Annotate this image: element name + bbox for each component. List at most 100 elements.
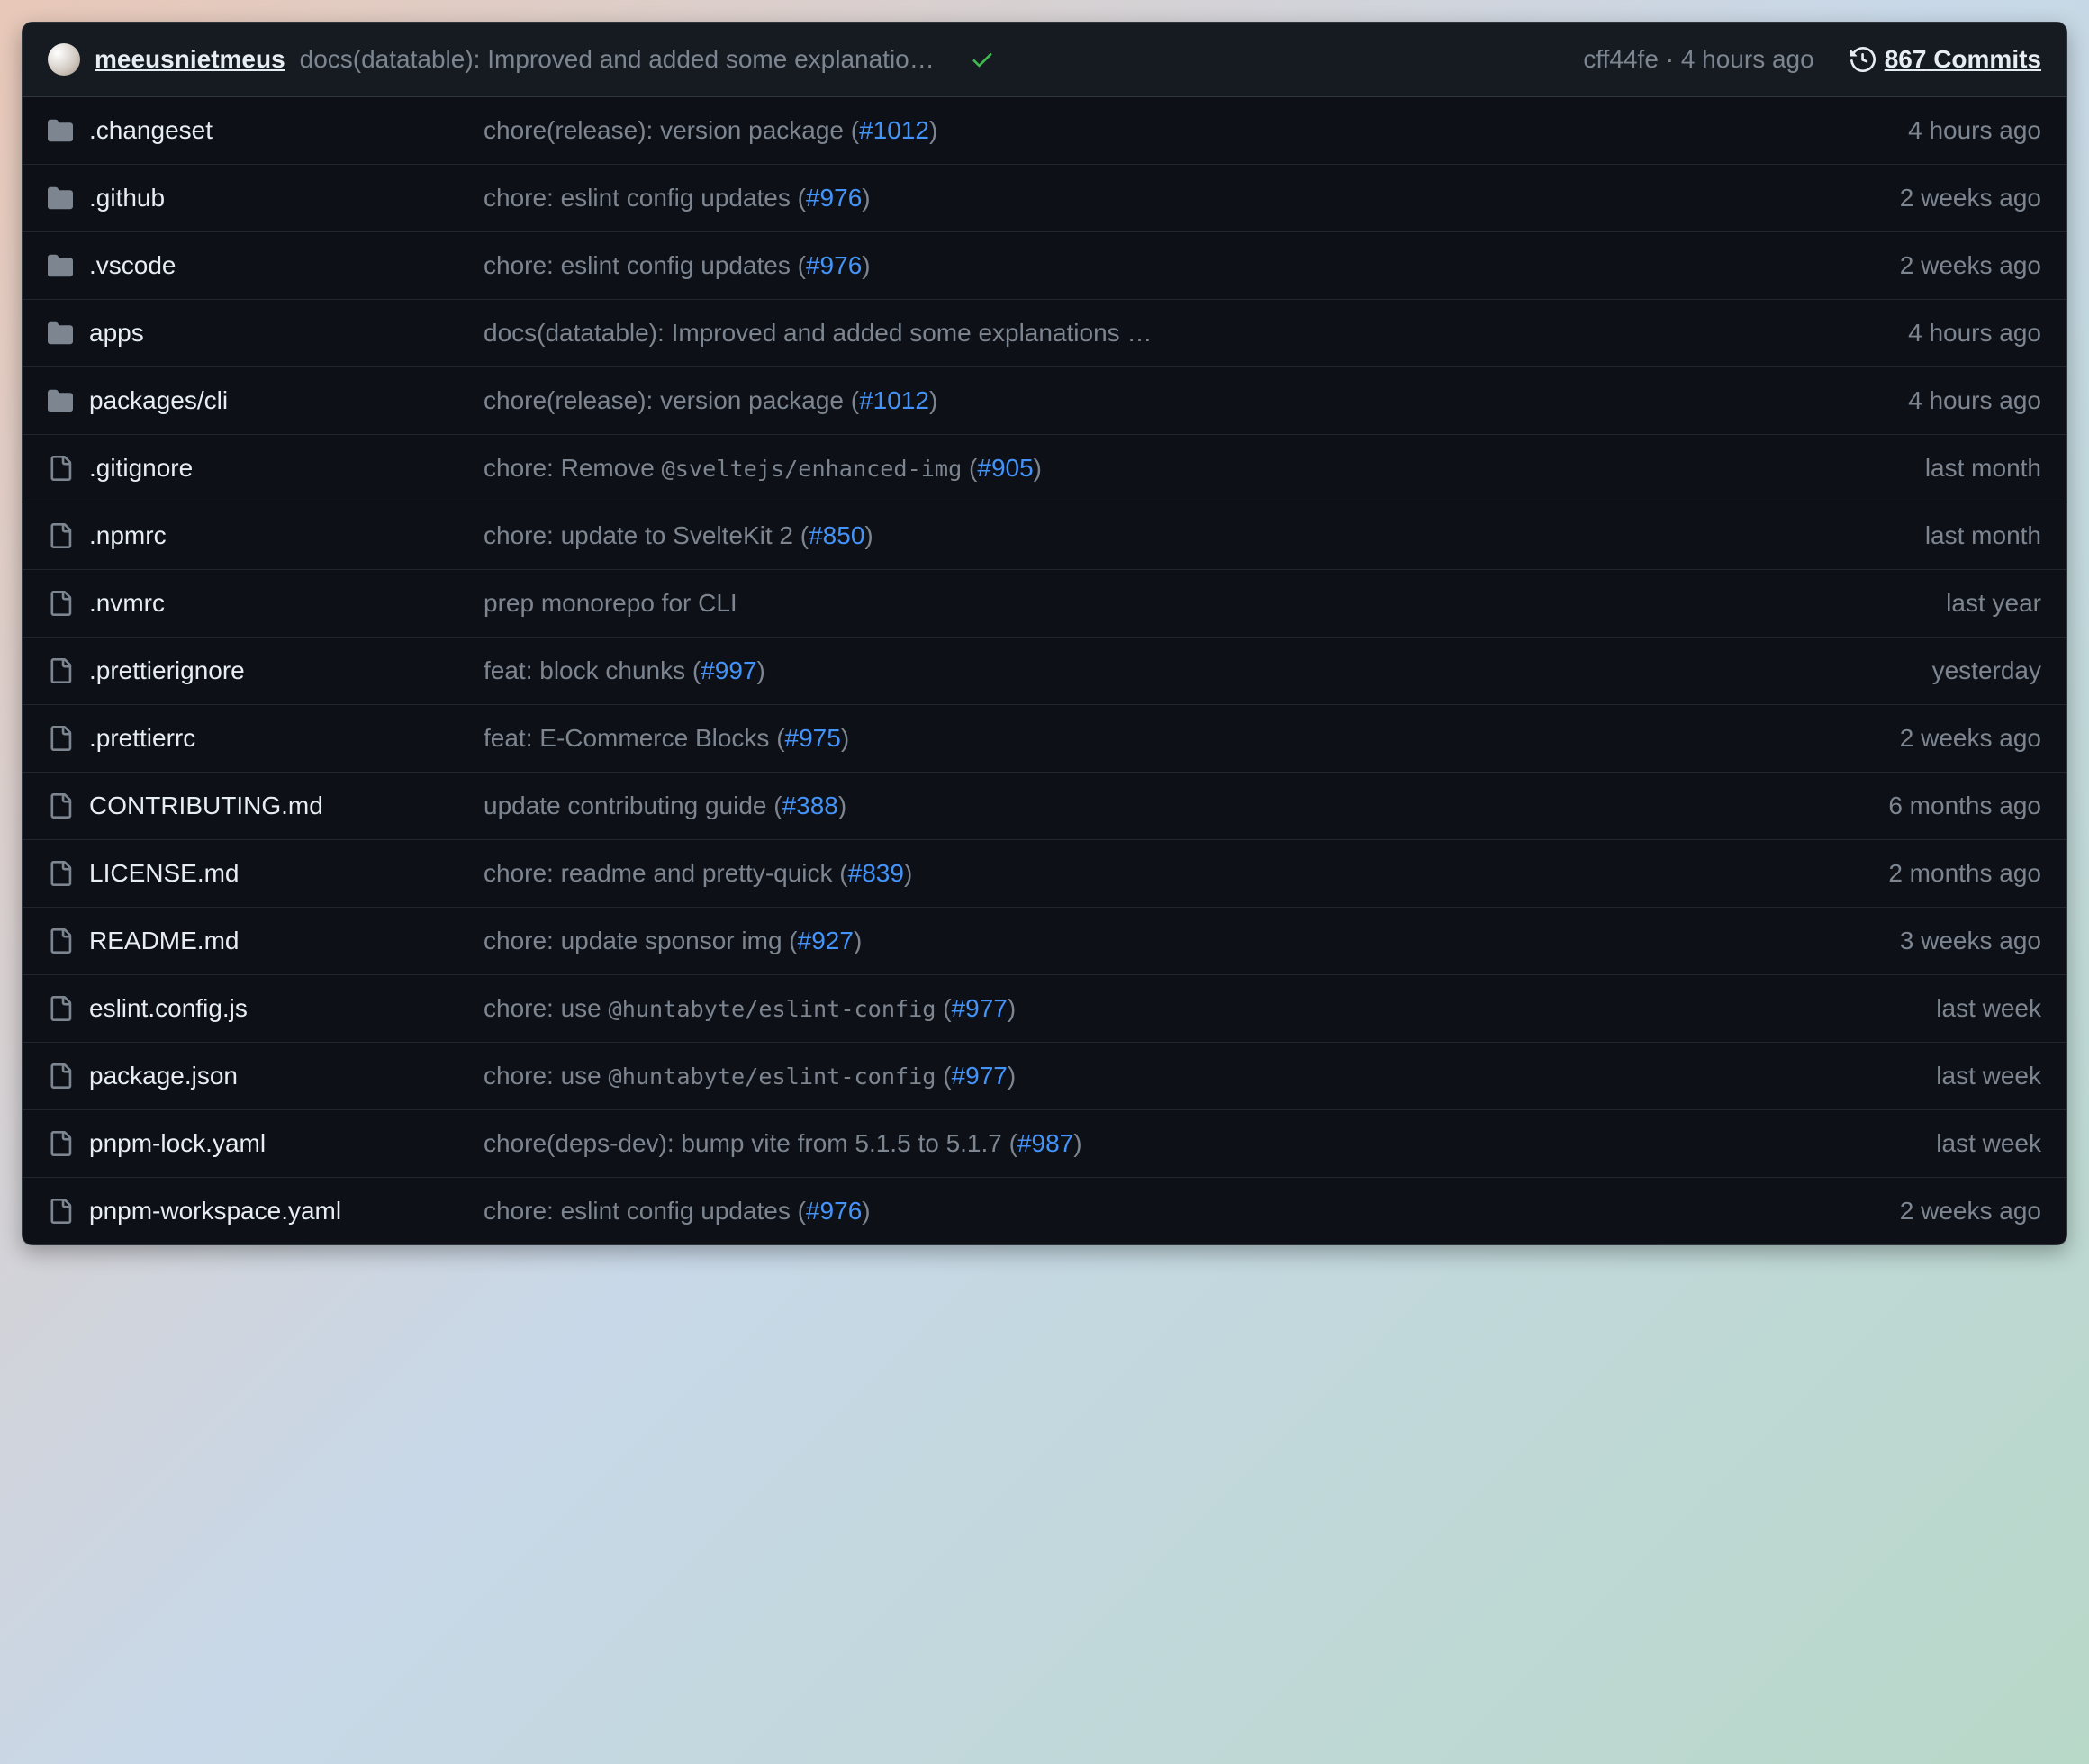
file-name-link[interactable]: .github bbox=[89, 184, 165, 212]
file-icon bbox=[48, 928, 73, 954]
file-name-link[interactable]: .prettierignore bbox=[89, 656, 245, 684]
commit-message-cell: chore: update to SvelteKit 2 (#850) bbox=[484, 517, 1845, 555]
file-name-cell: apps bbox=[89, 314, 467, 352]
commit-message-link[interactable]: prep monorepo for CLI bbox=[484, 589, 737, 617]
commit-message-cell: chore(release): version package (#1012) bbox=[484, 382, 1845, 420]
commits-link[interactable]: 867 Commits bbox=[1850, 41, 2041, 78]
commit-message-link[interactable]: chore: Remove @sveltejs/enhanced-img ( bbox=[484, 454, 977, 482]
folder-icon bbox=[48, 388, 73, 413]
commit-message-cell: feat: block chunks (#997) bbox=[484, 652, 1845, 690]
file-name-cell: .github bbox=[89, 179, 467, 217]
last-modified: last year bbox=[1861, 584, 2041, 622]
pr-link[interactable]: #977 bbox=[952, 994, 1008, 1022]
pr-link[interactable]: #997 bbox=[701, 656, 756, 684]
last-modified: last week bbox=[1861, 1057, 2041, 1095]
folder-icon bbox=[48, 321, 73, 346]
file-name-link[interactable]: .gitignore bbox=[89, 454, 193, 482]
avatar[interactable] bbox=[48, 43, 80, 76]
latest-commit-header: meeusnietmeus docs(datatable): Improved … bbox=[23, 23, 2066, 97]
last-modified: 2 weeks ago bbox=[1861, 1192, 2041, 1230]
commit-message-link[interactable]: chore: readme and pretty-quick ( bbox=[484, 859, 848, 887]
last-modified: 4 hours ago bbox=[1861, 382, 2041, 420]
file-name-cell: CONTRIBUTING.md bbox=[89, 787, 467, 825]
commit-message-link[interactable]: feat: block chunks ( bbox=[484, 656, 701, 684]
file-name-link[interactable]: .npmrc bbox=[89, 521, 167, 549]
pr-link[interactable]: #388 bbox=[782, 792, 838, 819]
file-icon bbox=[48, 1063, 73, 1089]
pr-link[interactable]: #975 bbox=[785, 724, 841, 752]
table-row: CONTRIBUTING.md update contributing guide… bbox=[23, 773, 2066, 840]
file-name-cell: pnpm-workspace.yaml bbox=[89, 1192, 467, 1230]
commit-message-link[interactable]: update contributing guide ( bbox=[484, 792, 782, 819]
commit-message-suffix: ) bbox=[841, 724, 849, 752]
pr-link[interactable]: #905 bbox=[977, 454, 1033, 482]
commit-message-suffix: ) bbox=[862, 251, 870, 279]
pr-link[interactable]: #1012 bbox=[859, 386, 929, 414]
commit-message-suffix: ) bbox=[929, 386, 937, 414]
pr-link[interactable]: #927 bbox=[798, 927, 854, 954]
commit-message-link[interactable]: chore: eslint config updates ( bbox=[484, 251, 806, 279]
commit-message-cell: feat: E-Commerce Blocks (#975) bbox=[484, 719, 1845, 757]
commit-title[interactable]: docs(datatable): Improved and added some… bbox=[300, 41, 948, 78]
file-name-link[interactable]: eslint.config.js bbox=[89, 994, 248, 1022]
commit-sha-time[interactable]: cff44fe · 4 hours ago bbox=[1583, 41, 1813, 78]
commit-message-cell: chore(release): version package (#1012) bbox=[484, 112, 1845, 149]
table-row: packages/cli chore(release): version pack… bbox=[23, 367, 2066, 435]
commit-message-cell: docs(datatable): Improved and added some… bbox=[484, 314, 1845, 352]
table-row: pnpm-lock.yaml chore(deps-dev): bump vite… bbox=[23, 1110, 2066, 1178]
file-name-link[interactable]: pnpm-workspace.yaml bbox=[89, 1197, 341, 1225]
file-name-link[interactable]: pnpm-lock.yaml bbox=[89, 1129, 266, 1157]
commit-message-cell: prep monorepo for CLI bbox=[484, 584, 1845, 622]
last-modified: 2 weeks ago bbox=[1861, 179, 2041, 217]
file-name-link[interactable]: .changeset bbox=[89, 116, 213, 144]
pr-link[interactable]: #987 bbox=[1017, 1129, 1073, 1157]
file-name-link[interactable]: README.md bbox=[89, 927, 239, 954]
commit-message-link[interactable]: chore(deps-dev): bump vite from 5.1.5 to… bbox=[484, 1129, 1017, 1157]
last-modified: 2 weeks ago bbox=[1861, 247, 2041, 285]
last-modified: last week bbox=[1861, 990, 2041, 1027]
pr-link[interactable]: #1012 bbox=[859, 116, 929, 144]
pr-link[interactable]: #976 bbox=[806, 251, 862, 279]
pr-link[interactable]: #976 bbox=[806, 1197, 862, 1225]
file-name-link[interactable]: CONTRIBUTING.md bbox=[89, 792, 323, 819]
file-name-link[interactable]: .vscode bbox=[89, 251, 176, 279]
commit-message-cell: chore: eslint config updates (#976) bbox=[484, 1192, 1845, 1230]
checks-success-icon[interactable] bbox=[970, 47, 995, 72]
commit-message-link[interactable]: chore(release): version package ( bbox=[484, 116, 859, 144]
commit-message-link[interactable]: chore: update to SvelteKit 2 ( bbox=[484, 521, 809, 549]
commit-message-link[interactable]: chore(release): version package ( bbox=[484, 386, 859, 414]
commit-message-cell: chore: eslint config updates (#976) bbox=[484, 247, 1845, 285]
pr-link[interactable]: #977 bbox=[952, 1062, 1008, 1090]
file-name-link[interactable]: LICENSE.md bbox=[89, 859, 240, 887]
commit-message-cell: update contributing guide (#388) bbox=[484, 787, 1845, 825]
table-row: package.json chore: use @huntabyte/eslint… bbox=[23, 1043, 2066, 1110]
table-row: .nvmrc prep monorepo for CLI last year bbox=[23, 570, 2066, 638]
pr-link[interactable]: #839 bbox=[848, 859, 904, 887]
last-modified: last week bbox=[1861, 1125, 2041, 1162]
commit-message-link[interactable]: docs(datatable): Improved and added some… bbox=[484, 319, 1152, 347]
commit-message-link[interactable]: chore: use @huntabyte/eslint-config ( bbox=[484, 994, 952, 1022]
file-name-cell: pnpm-lock.yaml bbox=[89, 1125, 467, 1162]
commit-message-suffix: ) bbox=[864, 521, 873, 549]
author-link[interactable]: meeusnietmeus bbox=[95, 41, 285, 78]
commit-message-link[interactable]: chore: eslint config updates ( bbox=[484, 1197, 806, 1225]
pr-link[interactable]: #850 bbox=[809, 521, 864, 549]
file-name-link[interactable]: .nvmrc bbox=[89, 589, 165, 617]
file-icon bbox=[48, 523, 73, 548]
code-snippet: @huntabyte/eslint-config bbox=[609, 1063, 936, 1090]
commit-message-suffix: ) bbox=[1073, 1129, 1081, 1157]
commit-message-link[interactable]: chore: eslint config updates ( bbox=[484, 184, 806, 212]
commit-message-suffix: ) bbox=[838, 792, 846, 819]
file-name-link[interactable]: apps bbox=[89, 319, 144, 347]
file-name-link[interactable]: .prettierrc bbox=[89, 724, 195, 752]
table-row: .vscode chore: eslint config updates (#97… bbox=[23, 232, 2066, 300]
commit-message-link[interactable]: chore: update sponsor img ( bbox=[484, 927, 798, 954]
commit-sha[interactable]: cff44fe bbox=[1583, 45, 1659, 73]
file-icon bbox=[48, 1199, 73, 1224]
file-name-link[interactable]: packages/cli bbox=[89, 386, 228, 414]
commit-message-link[interactable]: chore: use @huntabyte/eslint-config ( bbox=[484, 1062, 952, 1090]
code-snippet: @huntabyte/eslint-config bbox=[609, 996, 936, 1022]
file-name-link[interactable]: package.json bbox=[89, 1062, 238, 1090]
commit-message-link[interactable]: feat: E-Commerce Blocks ( bbox=[484, 724, 785, 752]
pr-link[interactable]: #976 bbox=[806, 184, 862, 212]
